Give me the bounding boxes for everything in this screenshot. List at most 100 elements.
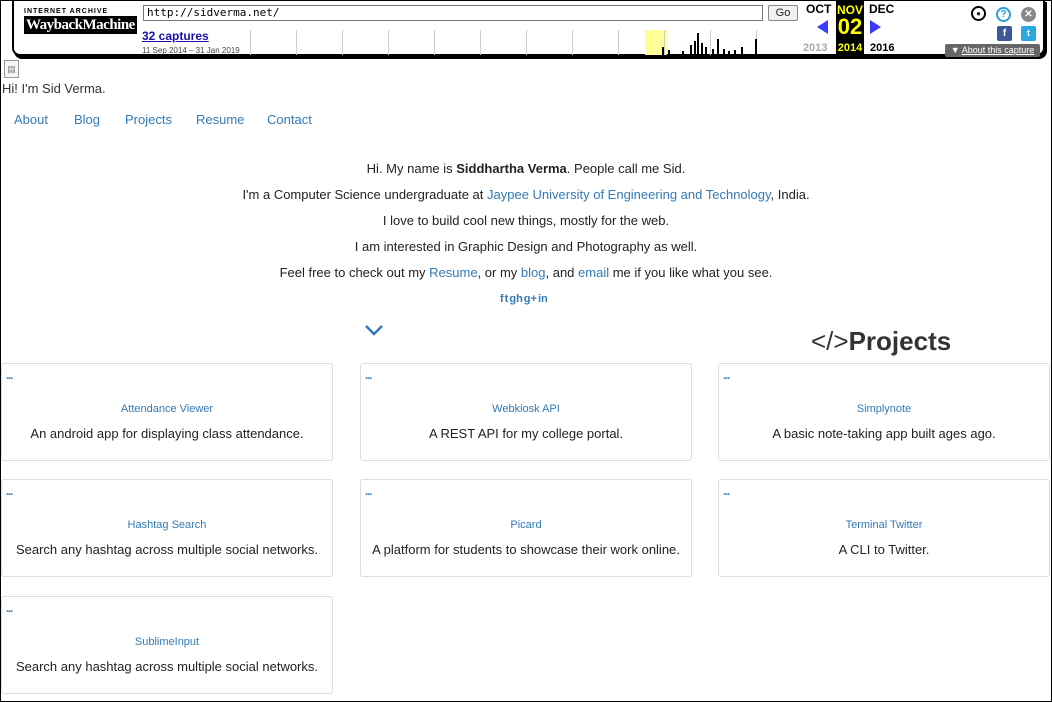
captures-link[interactable]: 32 captures	[142, 29, 209, 43]
resume-link[interactable]: Resume	[429, 265, 477, 280]
nav-about[interactable]: About	[14, 112, 48, 127]
logo-wordmark: WaybackMachine	[24, 16, 137, 34]
sparkline-bar	[701, 43, 703, 55]
blog-link[interactable]: blog	[521, 265, 546, 280]
nav-contact[interactable]: Contact	[267, 112, 312, 127]
sparkline-bar	[741, 47, 743, 55]
facebook-icon[interactable]: f	[500, 292, 504, 306]
intro-l2-post: , India.	[770, 187, 810, 202]
intro-line-3: I love to build cool new things, mostly …	[382, 213, 670, 228]
about-this-capture-button[interactable]: ▼ About this capture	[945, 44, 1040, 57]
social-links: f t gh g+ in	[500, 292, 548, 306]
project-name[interactable]: Webkiosk API	[361, 403, 691, 415]
project-name[interactable]: Hashtag Search	[2, 519, 332, 531]
sparkline-bar	[705, 47, 707, 55]
card-menu-dots[interactable]: ...	[723, 370, 730, 382]
card-menu-dots[interactable]: ...	[6, 603, 13, 615]
chevron-down-icon[interactable]	[364, 323, 384, 337]
project-card[interactable]: ... SublimeInput Search any hashtag across…	[1, 596, 333, 694]
project-card[interactable]: ... Webkiosk API A REST API for my college…	[360, 363, 692, 461]
nav-projects[interactable]: Projects	[125, 112, 172, 127]
intro-l5-a: Feel free to check out my	[279, 265, 430, 280]
card-menu-dots[interactable]: ...	[365, 486, 372, 498]
project-name[interactable]: Attendance Viewer	[2, 403, 332, 415]
logo-machine: Machine	[82, 17, 136, 33]
logo-internet-archive-text: INTERNET ARCHIVE	[24, 8, 109, 15]
sparkline-bar	[682, 51, 684, 55]
projects-heading: </>Projects	[811, 326, 951, 357]
prev-year-label: 2013	[803, 42, 828, 54]
sparkline-bar	[697, 33, 699, 55]
nav-blog[interactable]: Blog	[74, 112, 100, 127]
sparkline-year-column	[756, 30, 803, 55]
next-capture-arrow-icon[interactable]	[870, 20, 881, 34]
twitter-icon[interactable]: t	[505, 292, 509, 306]
sparkline-year-column	[434, 30, 481, 55]
about-capture-label: About this capture	[961, 45, 1035, 55]
prev-month-link[interactable]: OCT	[806, 2, 831, 16]
project-card[interactable]: ... Hashtag Search Search any hashtag acro…	[1, 479, 333, 577]
intro-l2-pre: I'm a Computer Science undergraduate at	[242, 187, 487, 202]
card-menu-dots[interactable]: ...	[365, 370, 372, 382]
intro-l1-pre: Hi. My name is	[366, 161, 457, 176]
project-card[interactable]: ... Attendance Viewer An android app for d…	[1, 363, 333, 461]
wayback-toolbar: INTERNET ARCHIVE WaybackMachine http://s…	[0, 0, 1050, 60]
current-capture-date: NOV 02 2014	[836, 0, 864, 57]
project-card[interactable]: ... Picard A platform for students to show…	[360, 479, 692, 577]
sparkline-bar	[717, 39, 719, 55]
project-description: A platform for students to showcase thei…	[372, 542, 680, 557]
sparkline-bar	[668, 50, 670, 55]
intro-name: Siddhartha Verma	[456, 161, 567, 176]
logo-way: Wayback	[26, 17, 83, 33]
sparkline-bar	[728, 51, 730, 55]
intro-line-1: Hi. My name is Siddhartha Verma. People …	[0, 158, 1052, 184]
card-menu-dots[interactable]: ...	[6, 370, 13, 382]
card-menu-dots[interactable]: ...	[723, 486, 730, 498]
google-plus-icon[interactable]: g+	[524, 292, 537, 306]
sparkline-year-column	[480, 30, 527, 55]
project-description: Search any hashtag across multiple socia…	[15, 542, 319, 557]
broken-image-icon: ▤	[4, 60, 19, 78]
sparkline-year-column	[526, 30, 573, 55]
project-name[interactable]: Picard	[361, 519, 691, 531]
sparkline-bar	[723, 49, 725, 55]
next-year-label: 2016	[870, 42, 895, 54]
url-input[interactable]: http://sidverma.net/	[143, 5, 763, 21]
help-icon[interactable]: ?	[996, 7, 1011, 22]
github-icon[interactable]: gh	[509, 292, 522, 306]
linkedin-icon[interactable]: in	[538, 292, 548, 306]
facebook-share-icon[interactable]: f	[997, 26, 1012, 41]
intro-l5-c: , and	[545, 265, 579, 280]
close-icon[interactable]: ✕	[1021, 7, 1036, 22]
next-month-link[interactable]: DEC	[869, 2, 894, 16]
sparkline-year-column	[296, 30, 343, 55]
current-day: 02	[837, 14, 863, 39]
sparkline-bar	[690, 45, 692, 55]
nav-resume[interactable]: Resume	[196, 112, 244, 127]
card-menu-dots[interactable]: ...	[6, 486, 13, 498]
email-link[interactable]: email	[578, 265, 609, 280]
project-name[interactable]: SublimeInput	[2, 636, 332, 648]
sparkline-bar	[712, 49, 714, 55]
sparkline-year-column	[618, 30, 665, 55]
sparkline-bar	[662, 47, 664, 55]
sparkline-bar	[734, 50, 736, 55]
current-year: 2014	[837, 42, 863, 54]
code-icon: </>	[811, 326, 849, 356]
go-button[interactable]: Go	[768, 5, 798, 21]
twitter-share-icon[interactable]: t	[1021, 26, 1036, 41]
sparkline-year-column	[572, 30, 619, 55]
project-description: A REST API for my college portal.	[428, 426, 624, 441]
project-card[interactable]: ... Simplynote A basic note-taking app bui…	[718, 363, 1050, 461]
university-link[interactable]: Jaypee University of Engineering and Tec…	[487, 187, 771, 202]
sparkline-bar	[755, 39, 757, 55]
site-greeting: Hi! I'm Sid Verma.	[2, 81, 106, 96]
project-name[interactable]: Terminal Twitter	[719, 519, 1049, 531]
capture-sparkline[interactable]	[250, 30, 798, 55]
wayback-logo[interactable]: INTERNET ARCHIVE WaybackMachine	[24, 8, 137, 48]
project-card[interactable]: ... Terminal Twitter A CLI to Twitter.	[718, 479, 1050, 577]
user-icon[interactable]: ●	[971, 6, 986, 21]
intro-line-4: I am interested in Graphic Design and Ph…	[354, 239, 698, 254]
project-name[interactable]: Simplynote	[719, 403, 1049, 415]
prev-capture-arrow-icon[interactable]	[817, 20, 828, 34]
